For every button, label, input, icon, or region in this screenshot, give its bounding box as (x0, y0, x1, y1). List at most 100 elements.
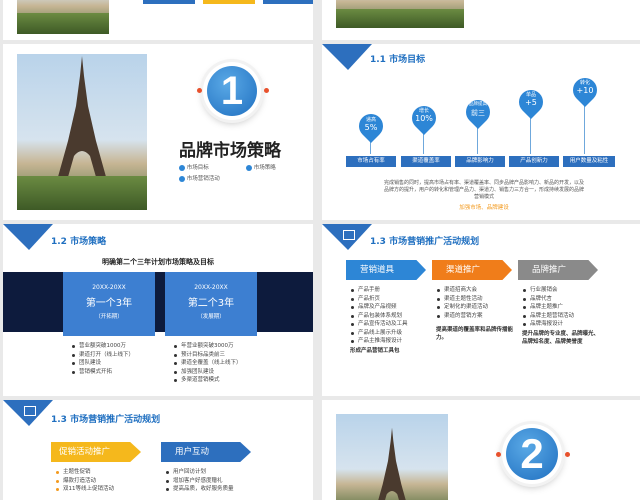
card-years: 20XX-20XX (194, 284, 228, 291)
list-item: 主题性促销 (55, 468, 151, 477)
blue-tab-2 (263, 0, 313, 4)
pin-value: +10 (576, 86, 594, 95)
section-number: 2 (506, 428, 558, 480)
list-item: 产品手册 (350, 286, 432, 295)
list-item: 预计目标品类前三 (173, 351, 273, 360)
list-item: 增加客户好感度赠礼 (165, 477, 275, 486)
strategy-heading: 明确第二个三年计划市场策略及目标 (102, 258, 214, 266)
list-item: 品牌主题推广 (522, 303, 606, 312)
eiffel-photo (17, 0, 109, 34)
list-item: 渠道的营销方案 (436, 312, 518, 321)
phase2-list: 年营业额突破3000万 预计目标品类前三 渠道全覆盖（线上线下） 加强团队建设 … (173, 342, 273, 385)
list-item: 多渠道营销模式 (173, 376, 273, 385)
flag-icon (343, 230, 355, 240)
card-years: 20XX-20XX (92, 284, 126, 291)
list-item: 产品线上展示升级 (350, 329, 432, 338)
pin-value: 前三 (471, 109, 485, 117)
section-title: 1.1 市场目标 (370, 55, 426, 65)
slide-thumbnail-6[interactable]: 1.3 市场营销推广活动规划 营销道具 渠道推广 品牌推广 产品手册 产品折页 … (322, 224, 640, 396)
target-bar: 用户数量及粘性 (563, 156, 615, 167)
card-name: 第二个3年 (187, 298, 235, 309)
list-item: 加强团队建设 (173, 368, 273, 377)
list-item: 产品折页 (350, 295, 432, 304)
legend-item: 市场目标 (179, 163, 209, 171)
list-item: 产品主推海报设计 (350, 337, 432, 346)
card-phase: （发展期） (197, 314, 225, 320)
arrow-tab-marketing-props: 营销道具 (346, 260, 426, 280)
eiffel-tower-icon (56, 56, 108, 184)
arrow-tab-channel-promo: 渠道推广 (432, 260, 512, 280)
pin-value: 5% (364, 123, 378, 132)
legend-item: 市场营销活动 (179, 174, 220, 182)
card-name: 第一个3年 (85, 298, 133, 309)
eiffel-photo (17, 54, 147, 210)
pin-value: 10% (415, 114, 433, 123)
arrow-tab-brand-promo: 品牌推广 (518, 260, 598, 280)
section-title: 1.2 市场策略 (51, 237, 107, 247)
marketing-props-list: 产品手册 产品折页 品牌及产品视频 产品包装体系规划 产品宣传活动及工具 产品线… (350, 286, 432, 346)
slide-thumbnail-2[interactable] (322, 0, 640, 40)
slide-thumbnail-5[interactable]: 1.2 市场策略 明确第二个三年计划市场策略及目标 20XX-20XX 第一个3… (3, 224, 313, 396)
section-title: 1.3 市场营销推广活动规划 (51, 415, 161, 425)
slide-thumbnail-3[interactable]: 1 品牌市场策略 市场目标 市场策略 市场营销活动 (3, 44, 313, 220)
arrow-tab-user-interaction: 用户互动 (161, 442, 251, 462)
list-item: 品牌代言 (522, 295, 606, 304)
orange-dot (264, 88, 269, 93)
dark-banner (3, 272, 313, 332)
list-item: 渠道打开（线上线下） (71, 351, 161, 360)
orange-dot (565, 452, 570, 457)
list-item: 营业额突破1000万 (71, 342, 161, 351)
list-item: 产品宣传活动及工具 (350, 320, 432, 329)
section-number-badge: 1 (203, 62, 261, 120)
eiffel-tower-icon (378, 427, 406, 500)
pin-label: 品牌提高 (469, 102, 487, 107)
plan-card-2: 20XX-20XX 第二个3年 （发展期） (165, 272, 257, 336)
plus-circle-icon (246, 164, 252, 171)
arrow-tab-promo-activity: 促销活动推广 (51, 442, 141, 462)
plus-circle-icon (179, 164, 185, 171)
slide-thumbnail-1[interactable] (3, 0, 313, 40)
list-item: 渠道招商大会 (436, 286, 518, 295)
list-item: 双11等线上促销活动 (55, 485, 151, 494)
section-title: 1.3 市场营销推广活动规划 (370, 237, 480, 247)
summary-text: 形成产品营销工具包 (350, 348, 400, 354)
section-number-badge: 2 (502, 424, 562, 484)
phase1-list: 营业额突破1000万 渠道打开（线上线下） 团队建设 营销模式开拓 (71, 342, 161, 376)
plan-card-1: 20XX-20XX 第一个3年 （开拓期） (63, 272, 155, 336)
list-item: 定制化的渠道活动 (436, 303, 518, 312)
list-item: 行业展销会 (522, 286, 606, 295)
corner-triangle (3, 224, 53, 250)
list-item: 年营业额突破3000万 (173, 342, 273, 351)
highlight-text: 加强市场、品牌建设 (459, 205, 509, 211)
target-bar: 市场占有率 (346, 156, 396, 167)
slide-title: 品牌市场策略 (179, 141, 281, 161)
target-bar: 品牌影响力 (455, 156, 505, 167)
list-item: 用户回访计划 (165, 468, 275, 477)
eiffel-photo (336, 0, 464, 28)
list-item: 品牌主题营销活动 (522, 312, 606, 321)
legend-item: 市场策略 (246, 163, 276, 171)
orange-dot (197, 88, 202, 93)
legend-label: 市场目标 (186, 165, 209, 171)
card-phase: （开拓期） (95, 314, 123, 320)
target-bar: 渠道覆盖率 (401, 156, 451, 167)
section-number: 1 (207, 66, 257, 116)
orange-dot (496, 452, 501, 457)
list-item: 营销模式开拓 (71, 368, 161, 377)
list-item: 渠道主题性活动 (436, 295, 518, 304)
target-bar: 产品创新力 (509, 156, 559, 167)
plus-circle-icon (179, 175, 185, 182)
blue-tab (143, 0, 195, 4)
list-item: 品牌及产品视频 (350, 303, 432, 312)
list-item: 爆款打造活动 (55, 477, 151, 486)
slide-thumbnail-4[interactable]: 1.1 市场目标 递高 5% 增长 10% 品牌提高 前三 单品 +5 转化 +… (322, 44, 640, 220)
pin-value: +5 (525, 98, 537, 107)
promo-activity-list: 主题性促销 爆款打造活动 双11等线上促销活动 (55, 468, 151, 494)
flag-icon (24, 406, 36, 416)
slide-thumbnail-8[interactable]: 2 (322, 400, 640, 500)
summary-text: 提升品牌的专业度、品牌曝光、品牌知名度、品牌美誉度 (522, 331, 600, 345)
brand-promo-list: 行业展销会 品牌代言 品牌主题推广 品牌主题营销活动 品牌海报设计 (522, 286, 606, 329)
eiffel-photo (336, 414, 448, 500)
user-interaction-list: 用户回访计划 增加客户好感度赠礼 提高品质，收好服务质量 (165, 468, 275, 494)
slide-thumbnail-7[interactable]: 1.3 市场营销推广活动规划 促销活动推广 用户互动 主题性促销 爆款打造活动 … (3, 400, 313, 500)
